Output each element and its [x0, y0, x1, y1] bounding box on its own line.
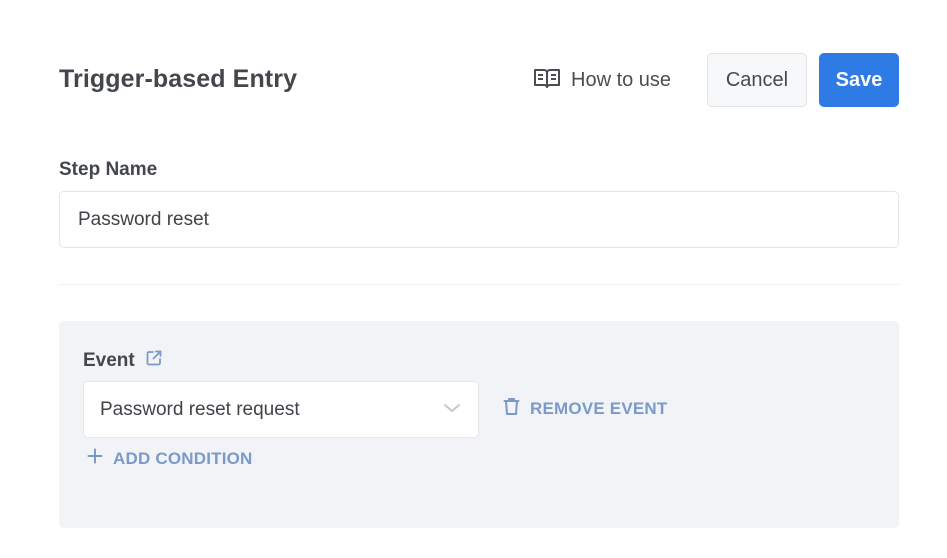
- step-name-input[interactable]: [59, 191, 899, 248]
- add-condition-button[interactable]: ADD CONDITION: [87, 448, 253, 469]
- page-title: Trigger-based Entry: [59, 65, 298, 93]
- trash-icon: [503, 397, 520, 421]
- event-label: Event: [83, 349, 135, 371]
- plus-icon: [87, 448, 103, 469]
- how-to-use-label: How to use: [571, 68, 672, 91]
- event-panel: Event Password reset request REMOVE EVEN…: [59, 321, 899, 528]
- chevron-down-icon: [442, 401, 462, 419]
- save-button[interactable]: Save: [819, 53, 899, 107]
- page-header: Trigger-based Entry How to use Cancel Sa…: [59, 53, 899, 107]
- step-name-label: Step Name: [59, 159, 158, 180]
- section-divider: [59, 284, 899, 285]
- event-select[interactable]: Password reset request: [83, 381, 479, 438]
- cancel-button[interactable]: Cancel: [707, 53, 807, 107]
- add-condition-label: ADD CONDITION: [113, 448, 253, 468]
- external-link-icon[interactable]: [145, 349, 163, 372]
- remove-event-label: REMOVE EVENT: [530, 399, 668, 418]
- how-to-use-link[interactable]: How to use: [533, 65, 671, 95]
- event-label-row: Event: [83, 349, 163, 372]
- book-open-icon: [533, 66, 561, 95]
- event-select-value: Password reset request: [100, 398, 300, 420]
- remove-event-button[interactable]: REMOVE EVENT: [503, 397, 667, 421]
